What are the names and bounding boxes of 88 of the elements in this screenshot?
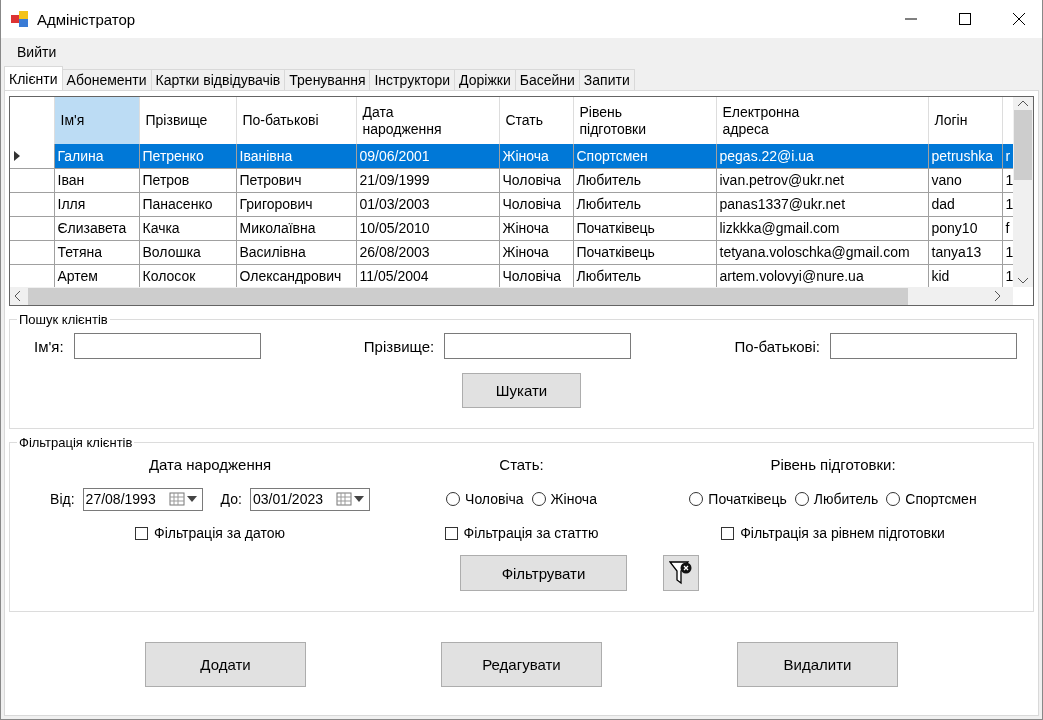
filter-button[interactable]: Фільтрувати <box>460 555 627 591</box>
tab[interactable]: Тренування <box>284 69 371 90</box>
table-cell: Початківець <box>573 216 716 240</box>
table-cell: pegas.22@i.ua <box>716 144 928 168</box>
field-label: Ім'я: <box>34 337 64 355</box>
field-label: Прізвище: <box>363 337 435 355</box>
table-cell: 09/06/2001 <box>356 144 499 168</box>
app-icon <box>11 11 29 27</box>
table-cell: 21/09/1999 <box>356 168 499 192</box>
column-header[interactable]: Рівень підготовки <box>573 97 716 144</box>
table-cell: tetyana.voloschka@gmail.com <box>716 240 928 264</box>
table-cell: Олександрович <box>236 264 356 287</box>
field-label: По-батькові: <box>734 337 820 355</box>
clear-filter-icon <box>669 560 693 586</box>
table-cell: 26/08/2003 <box>356 240 499 264</box>
tab[interactable]: Картки відвідувачів <box>150 69 286 90</box>
scroll-up-icon <box>1018 100 1028 106</box>
radio-button[interactable]: Чоловіча <box>446 491 524 507</box>
table-cell: Петров <box>139 168 236 192</box>
window-title: Адміністратор <box>37 10 137 28</box>
scroll-left-icon <box>14 291 20 301</box>
table-cell: Петренко <box>139 144 236 168</box>
radio-button[interactable]: Жіноча <box>531 491 597 507</box>
table-cell: lizkkka@gmail.com <box>716 216 928 240</box>
table-cell: Волошка <box>139 240 236 264</box>
action-button[interactable]: Видалити <box>737 642 898 687</box>
table-cell: Іванівна <box>236 144 356 168</box>
table-cell: 10/05/2010 <box>356 216 499 240</box>
clear-filter-button[interactable] <box>663 555 699 591</box>
radio-button[interactable]: Початківець <box>689 491 787 507</box>
date-picker[interactable]: 27/08/1993 <box>82 487 203 511</box>
tab[interactable]: Запити <box>578 69 635 90</box>
action-button[interactable]: Редагувати <box>441 642 602 687</box>
radio-button[interactable]: Любитель <box>794 491 879 507</box>
search-button[interactable]: Шукати <box>462 373 581 408</box>
tab[interactable]: Клієнти <box>4 66 63 90</box>
table-cell: Качка <box>139 216 236 240</box>
column-header[interactable]: По-батькові <box>236 97 356 144</box>
scroll-down-icon <box>1018 278 1028 284</box>
table-cell: 01/03/2003 <box>356 192 499 216</box>
table-cell: panas1337@ukr.net <box>716 192 928 216</box>
filter-checkbox[interactable]: Фільтрація за рівнем підготовки <box>721 525 945 541</box>
table-cell: petrushka <box>928 144 1002 168</box>
minimize-icon <box>905 18 917 20</box>
close-icon <box>1013 13 1025 25</box>
section-title: Дата народження <box>148 456 272 473</box>
table-cell: Галина <box>54 144 139 168</box>
column-header[interactable]: Прізвище <box>139 97 236 144</box>
table-cell: Григорович <box>236 192 356 216</box>
table-cell: artem.volovyi@nure.ua <box>716 264 928 287</box>
filter-checkbox[interactable]: Фільтрація за датою <box>135 525 285 541</box>
field-label: До: <box>220 491 242 507</box>
group-title: Фільтрація клієнтів <box>18 435 134 450</box>
table-cell: Спортсмен <box>573 144 716 168</box>
horizontal-scrollbar[interactable] <box>10 287 1013 305</box>
table-cell: Любитель <box>573 264 716 287</box>
field-label: Від: <box>50 491 75 507</box>
input-field[interactable] <box>830 333 1017 359</box>
group-title: Пошук клієнтів <box>18 312 109 327</box>
table-cell: Петрович <box>236 168 356 192</box>
table-cell: Початківець <box>573 240 716 264</box>
table-cell: ivan.petrov@ukr.net <box>716 168 928 192</box>
section-title: Рівень підготовки: <box>770 456 896 473</box>
input-field[interactable] <box>73 333 261 359</box>
input-field[interactable] <box>444 333 632 359</box>
scroll-right-icon <box>995 291 1001 301</box>
table-cell: Панасенко <box>139 192 236 216</box>
vertical-scrollbar[interactable] <box>1013 97 1033 287</box>
table-cell: Любитель <box>573 168 716 192</box>
column-header[interactable]: Дата народження <box>356 97 499 144</box>
table-cell: Миколаївна <box>236 216 356 240</box>
radio-button[interactable]: Спортсмен <box>886 491 977 507</box>
column-header[interactable]: Електронна адреса <box>716 97 928 144</box>
date-picker[interactable]: 03/01/2023 <box>249 487 370 511</box>
action-button[interactable]: Додати <box>145 642 306 687</box>
tab[interactable]: Доріжки <box>454 69 516 90</box>
table-cell: Любитель <box>573 192 716 216</box>
table-cell: 11/05/2004 <box>356 264 499 287</box>
table-cell: Жіноча <box>499 144 573 168</box>
filter-checkbox[interactable]: Фільтрація за статтю <box>444 525 599 541</box>
tab[interactable]: Інструктори <box>369 69 456 90</box>
menu-item[interactable]: Вийти <box>9 44 65 60</box>
table-cell: Василівна <box>236 240 356 264</box>
column-header[interactable]: Ім'я <box>54 97 139 144</box>
section-title: Стать: <box>499 456 544 473</box>
column-header[interactable]: Логін <box>928 97 1002 144</box>
maximize-icon <box>959 13 971 25</box>
column-header[interactable]: Стать <box>499 97 573 144</box>
